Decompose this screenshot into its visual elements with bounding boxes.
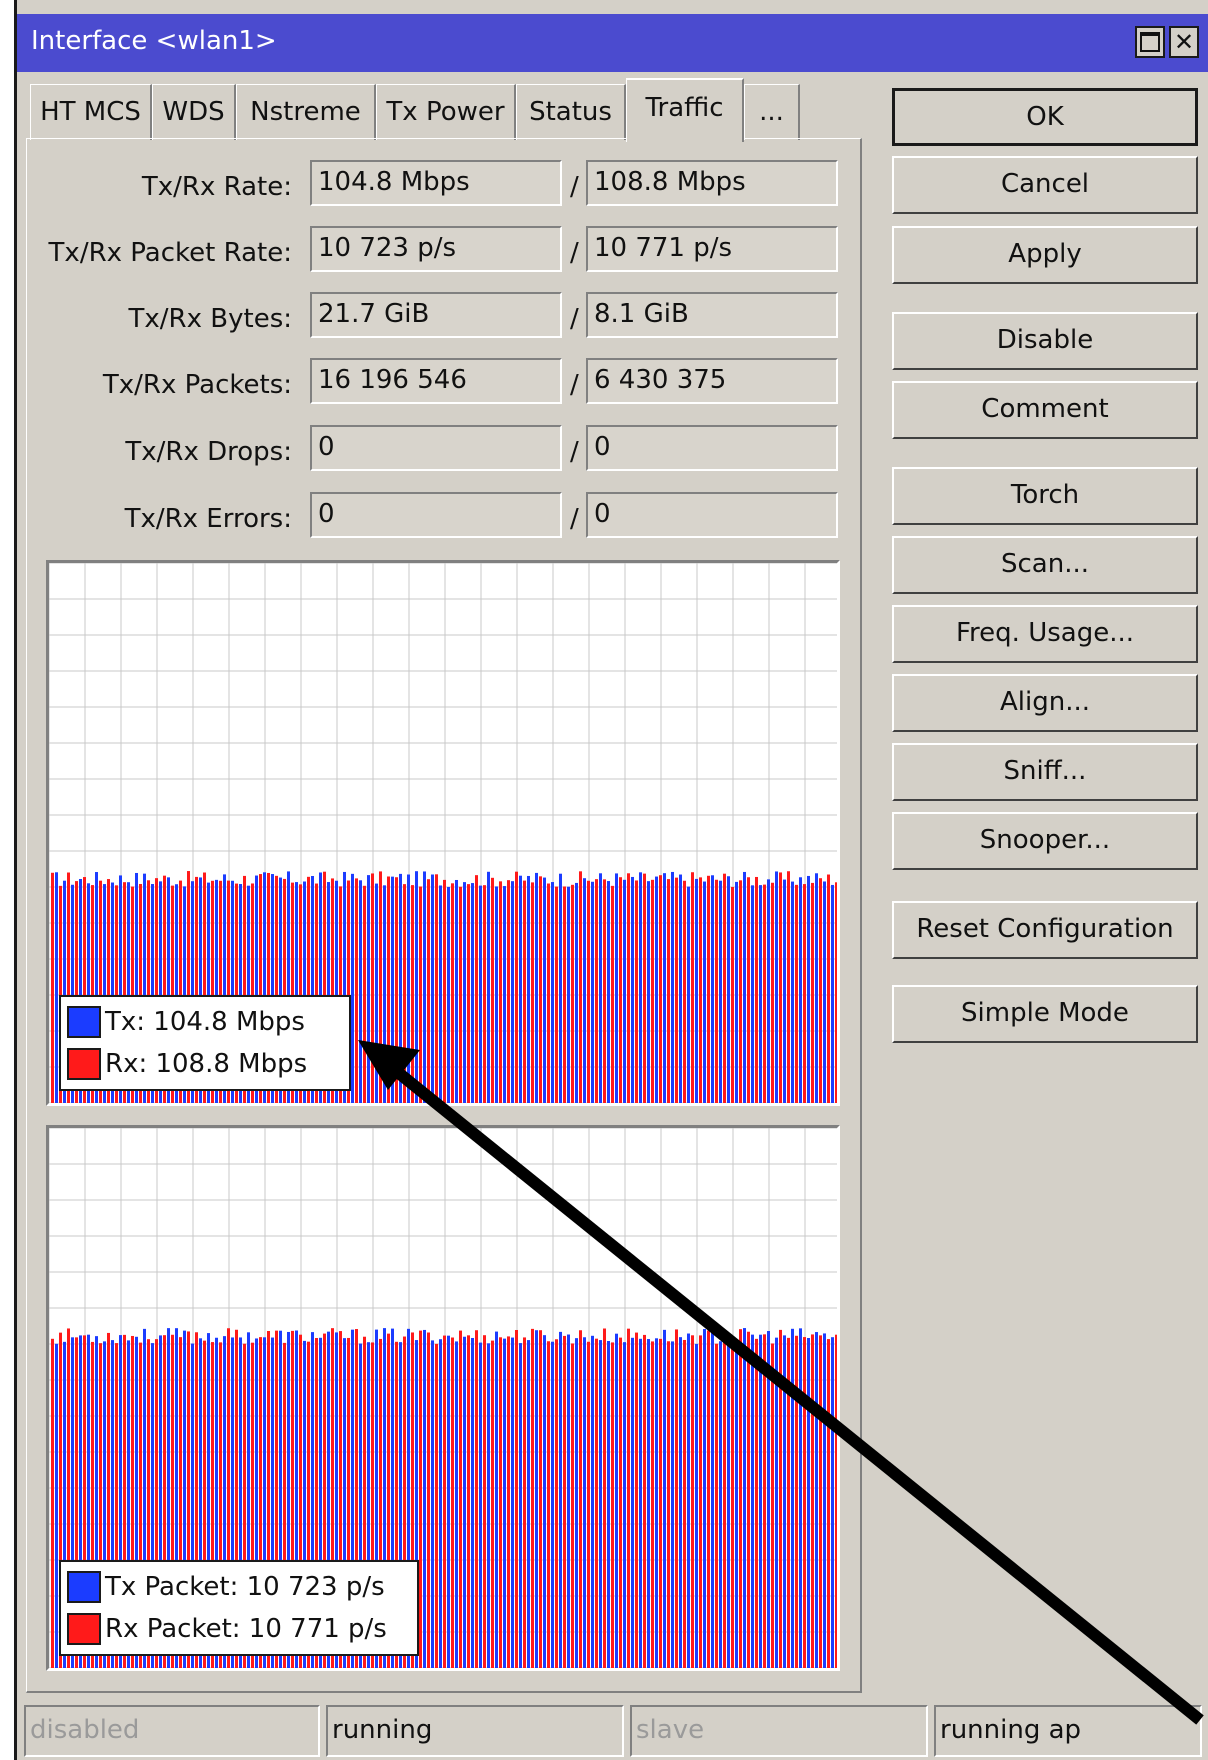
- tab-traffic[interactable]: Traffic: [626, 78, 744, 142]
- interface-window: Interface <wlan1> ✕ HT MCS WDS Nstreme T…: [0, 0, 1208, 1760]
- annotation-arrow: [358, 1040, 1204, 1725]
- arrow-shaft: [391, 1065, 1204, 1725]
